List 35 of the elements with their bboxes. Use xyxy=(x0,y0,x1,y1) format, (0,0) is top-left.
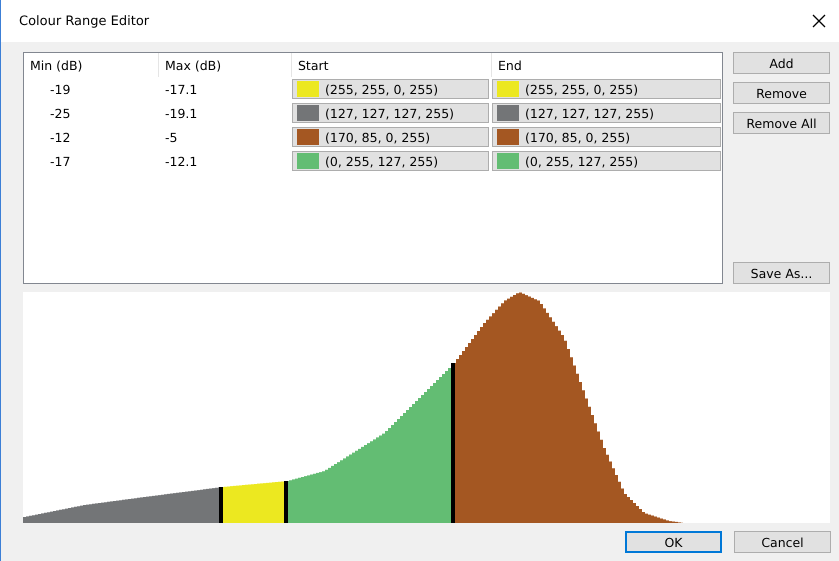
colour-picker-cell[interactable]: (170, 85, 0, 255) xyxy=(492,127,721,147)
column-header[interactable]: Max (dB) xyxy=(159,53,292,77)
colour-value: (170, 85, 0, 255) xyxy=(525,130,630,144)
colour-picker-cell[interactable]: (0, 255, 127, 255) xyxy=(492,151,721,171)
colour-picker-cell[interactable]: (0, 255, 127, 255) xyxy=(292,151,489,171)
colour-picker-cell[interactable]: (127, 127, 127, 255) xyxy=(292,103,489,123)
ok-button[interactable]: OK xyxy=(625,531,722,553)
table-cell-text: -19.1 xyxy=(164,106,198,120)
colour-picker-cell[interactable]: (127, 127, 127, 255) xyxy=(492,103,721,123)
table-cell-text: -17 xyxy=(49,154,72,168)
action-button[interactable]: Add xyxy=(733,52,830,74)
table-cell-text: -25 xyxy=(49,106,72,120)
colour-value: (127, 127, 127, 255) xyxy=(325,106,454,120)
colour-value: (255, 255, 0, 255) xyxy=(525,82,638,96)
colour-value: (0, 255, 127, 255) xyxy=(525,154,638,168)
save-as-button[interactable]: Save As... xyxy=(733,262,830,284)
table-cell-text: -12.1 xyxy=(164,154,198,168)
colour-value: (0, 255, 127, 255) xyxy=(325,154,438,168)
table-cell-text: -19 xyxy=(49,82,72,96)
table-cell-text: -17.1 xyxy=(164,82,198,96)
colour-value: (255, 255, 0, 255) xyxy=(325,82,438,96)
colour-value: (170, 85, 0, 255) xyxy=(325,130,430,144)
column-header[interactable]: Start xyxy=(292,53,492,77)
window-title: Colour Range Editor xyxy=(19,14,150,28)
table-cell-text: -5 xyxy=(164,130,178,144)
action-button[interactable]: Remove All xyxy=(733,112,830,134)
cancel-button[interactable]: Cancel xyxy=(734,531,831,553)
table-cell-text: -12 xyxy=(49,130,72,144)
column-header[interactable]: End xyxy=(492,53,724,77)
column-header[interactable]: Min (dB) xyxy=(24,53,159,77)
action-button[interactable]: Remove xyxy=(733,82,830,104)
colour-value: (127, 127, 127, 255) xyxy=(525,106,654,120)
colour-picker-cell[interactable]: (255, 255, 0, 255) xyxy=(292,79,489,99)
colour-picker-cell[interactable]: (170, 85, 0, 255) xyxy=(292,127,489,147)
colour-picker-cell[interactable]: (255, 255, 0, 255) xyxy=(492,79,721,99)
